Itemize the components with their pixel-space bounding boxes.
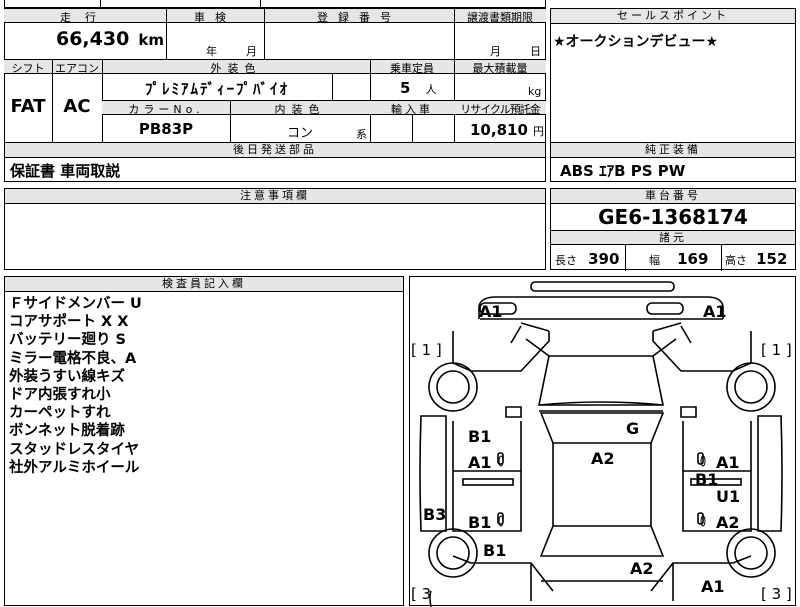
damage-mark: B1 [468,427,491,446]
shift-value: FAT [10,96,46,117]
sales-point-label: セールスポイント [551,9,795,24]
notes-label: 注意事項欄 [5,189,545,204]
inspector-box: 検査員記入欄 Ｆサイドメンバー U コアサポート X X バッテリー廻り S ミ… [4,276,404,606]
inspection-label: 車検 [194,11,236,24]
ac-value: AC [63,96,91,117]
max-load-label: 最大積載量 [472,62,528,75]
length-spec: 長さ 390 [555,250,620,268]
chassis-box: 車台番号 GE6-1368174 諸元 長さ 390 幅 169 高さ 152 [550,188,796,271]
inspector-line: 外装うすい線キズ [9,368,125,385]
damage-mark: B1 [483,541,506,560]
inspector-line: 社外アルミホイール [9,459,140,476]
color-no-value: PB83P [138,120,194,138]
car-diagram: A1 A1 [ 1 ] [ 1 ] B1 A1 G A2 B1 A1 B3 B1… [411,281,792,607]
damage-mark: A2 [591,449,615,468]
width-spec: 幅 169 [649,250,709,268]
damage-mark: A2 [716,513,740,532]
transfer-label: 譲渡書類期限 [467,11,533,24]
mileage-label: 走行 [60,11,110,24]
ac-label: エアコン [55,62,99,75]
dimensions-label: 諸元 [551,230,795,245]
recycle-value: 10,810 円 [470,121,544,139]
shift-label: シフト [11,62,45,75]
inspection-month-label: 月 [246,45,257,58]
inspector-line: バッテリー廻り S [9,332,126,349]
inspection-year-label: 年 [206,45,217,58]
exterior-color-label: 外装色 [210,62,262,75]
later-parts-box: 後日発送部品 保証書 車両取説 [4,142,546,182]
damage-mark: [ 1 ] [761,341,792,359]
later-parts-text: 保証書 車両取説 [10,162,121,180]
damage-mark: [ 3 [411,585,431,603]
equipment-box: 純正装備 ABS ｴｱB PS PW [550,142,796,182]
equipment-text: ABS ｴｱB PS PW [560,162,686,180]
chassis-label: 車台番号 [551,189,795,204]
interior-color-label: 内装色 [274,103,326,116]
interior-color-suffix: 系 [356,128,367,141]
inspector-line: Ｆサイドメンバー U [9,296,142,312]
damage-mark: A1 [479,302,503,321]
transfer-day-label: 日 [530,45,541,58]
max-load-unit: kg [528,85,542,98]
sales-point-text: ★オークションデビュー★ [553,34,719,50]
damage-mark: A2 [630,559,654,578]
mileage-value: 66,430 km [55,28,164,50]
later-parts-label: 後日発送部品 [5,143,545,158]
damage-mark: B3 [423,505,446,524]
equipment-label: 純正装備 [551,143,795,158]
damage-mark: U1 [716,487,740,506]
chassis-value: GE6-1368174 [598,205,748,229]
damage-mark: B1 [468,513,491,532]
damage-mark: A1 [703,302,727,321]
inspector-line: ボンネット脱着跡 [9,423,125,440]
sales-point-box: セールスポイント ★オークションデビュー★ [550,8,796,143]
inspector-line: ドア内張すれ小 [9,387,111,404]
inspector-line: スタッドレスタイヤ [9,441,140,458]
inspector-line: コアサポート X X [9,314,129,331]
color-no-label: カラーNo. [128,103,204,116]
car-diagram-box: A1 A1 [ 1 ] [ 1 ] B1 A1 G A2 B1 A1 B3 B1… [409,276,796,607]
damage-mark: [ 3 ] [761,585,792,603]
height-spec: 高さ 152 [725,250,788,268]
recycle-label: リサイクル預託金 [460,103,540,116]
interior-color-value: コン [286,126,313,141]
inspector-line: カーペットすれ [9,405,111,422]
exterior-color-value: ﾌﾟﾚﾐｱﾑﾃﾞｨｰﾌﾟﾊﾞｲｵ [144,80,289,98]
capacity-label: 乗車定員 [390,62,434,75]
plate-label: 登録番号 [317,11,401,24]
damage-mark: A1 [468,453,492,472]
inspector-line: ミラー電格不良、A [9,350,137,367]
transfer-month-label: 月 [490,45,501,58]
cut-strip [4,0,546,8]
notes-box: 注意事項欄 [4,188,546,270]
inspector-label: 検査員記入欄 [5,277,403,292]
damage-mark: G [626,419,639,438]
damage-mark: [ 1 ] [411,341,442,359]
damage-mark: B1 [695,470,718,489]
damage-mark: A1 [701,577,725,596]
capacity-value: 5 人 [400,79,437,97]
